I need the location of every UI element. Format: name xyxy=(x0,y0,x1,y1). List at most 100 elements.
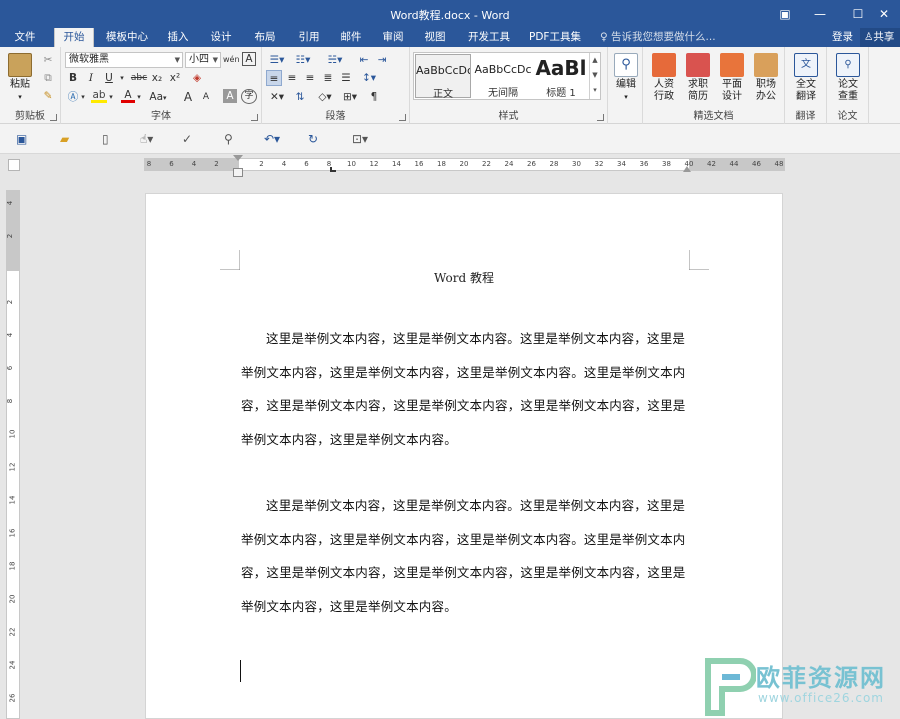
styles-scroll[interactable]: ▲ ▼ ▾ xyxy=(589,53,600,99)
spelling-icon[interactable]: ✓ xyxy=(182,129,192,149)
clipboard-launcher-icon[interactable] xyxy=(50,114,57,121)
right-indent-marker[interactable] xyxy=(683,166,691,172)
close-button[interactable]: ✕ xyxy=(868,0,900,28)
tab-insert[interactable]: 插入 xyxy=(160,28,196,47)
chevron-down-icon[interactable]: ▾ xyxy=(117,70,127,86)
paragraph-launcher-icon[interactable] xyxy=(399,114,406,121)
format-painter-icon[interactable]: ✎ xyxy=(40,88,56,104)
ruler-tick-label: 8 xyxy=(146,160,152,168)
shading-icon[interactable]: ◇▾ xyxy=(314,89,336,105)
numbering-icon[interactable]: ☷▾ xyxy=(292,52,314,68)
chevron-down-icon[interactable]: ▾ xyxy=(107,89,115,105)
borders-icon[interactable]: ⊞▾ xyxy=(338,89,362,105)
style-no-spacing[interactable]: AaBbCcDc 无间隔 xyxy=(473,54,533,99)
font-name-select[interactable]: 微软雅黑 ▼ xyxy=(65,52,183,68)
login-button[interactable]: 登录 xyxy=(832,28,853,47)
styles-launcher-icon[interactable] xyxy=(597,114,604,121)
chevron-down-icon[interactable]: ▾ xyxy=(135,89,143,105)
increase-indent-icon[interactable]: ⇥ xyxy=(374,52,390,68)
char-border-icon[interactable]: A xyxy=(242,52,256,66)
phonetic-guide-icon[interactable]: wén xyxy=(223,52,240,68)
paste-button[interactable]: 粘贴 ▾ xyxy=(6,53,34,103)
tab-template-center[interactable]: 模板中心 xyxy=(100,28,154,47)
full-translate-button[interactable]: 文全文 翻译 xyxy=(791,53,821,103)
decrease-indent-icon[interactable]: ⇤ xyxy=(356,52,372,68)
italic-button[interactable]: I xyxy=(84,70,98,86)
customize-icon[interactable]: ⊡▾ xyxy=(352,129,368,149)
tab-design[interactable]: 设计 xyxy=(202,28,240,47)
align-left-icon[interactable]: ≡ xyxy=(266,70,282,86)
underline-button[interactable]: U xyxy=(102,70,116,86)
tab-view[interactable]: 视图 xyxy=(416,28,454,47)
template-graphic-button[interactable]: 平面 设计 xyxy=(717,53,747,103)
tab-mailings[interactable]: 邮件 xyxy=(332,28,370,47)
text-effects-icon[interactable]: Ⓐ xyxy=(66,89,80,105)
tab-layout[interactable]: 布局 xyxy=(246,28,284,47)
superscript-button[interactable]: x² xyxy=(167,70,183,86)
sort-icon[interactable]: ⇅ xyxy=(292,89,308,105)
save-icon[interactable]: ▣ xyxy=(16,129,27,149)
copy-icon[interactable]: ⧉ xyxy=(40,70,56,86)
cut-icon[interactable]: ✂ xyxy=(40,52,56,68)
tab-home[interactable]: 开始 xyxy=(54,28,94,47)
document-page[interactable]: Word 教程 这里是举例文本内容，这里是举例文本内容。这里是举例文本内容，这里… xyxy=(145,193,783,719)
paper-check-button[interactable]: ⚲ 论文 查重 xyxy=(833,53,863,103)
crop-mark-top-left xyxy=(220,250,240,270)
template-resume-button[interactable]: 求职 简历 xyxy=(683,53,713,103)
highlight-icon[interactable]: ab xyxy=(91,89,107,103)
align-right-icon[interactable]: ≡ xyxy=(302,70,318,86)
tell-me-search[interactable]: ♀ 告诉我您想要做什么... xyxy=(600,28,716,47)
ruler-tick-label: 2 xyxy=(6,233,15,239)
style-normal[interactable]: AaBbCcDc 正文 xyxy=(415,54,471,100)
left-indent-marker[interactable] xyxy=(233,168,243,177)
tab-stop-marker[interactable] xyxy=(330,167,336,172)
font-launcher-icon[interactable] xyxy=(251,114,258,121)
bullets-icon[interactable]: ☰▾ xyxy=(266,52,288,68)
editing-button[interactable]: ⚲ 编辑 ▾ xyxy=(612,53,640,103)
align-center-icon[interactable]: ≡ xyxy=(284,70,300,86)
undo-icon[interactable]: ↶▾ xyxy=(264,129,280,149)
print-preview-icon[interactable]: ⚲ xyxy=(224,129,233,149)
new-document-icon[interactable]: ▯ xyxy=(102,129,109,149)
bold-button[interactable]: B xyxy=(66,70,80,86)
shrink-font-button[interactable]: A xyxy=(199,89,213,105)
paragraph-label: 段落 xyxy=(325,111,346,122)
watermark-logo-icon xyxy=(705,658,756,716)
template-office-button[interactable]: 职场 办公 xyxy=(751,53,781,103)
tab-file[interactable]: 文件 xyxy=(4,28,46,47)
minimize-button[interactable]: — xyxy=(801,0,839,28)
char-shading-icon[interactable]: A xyxy=(223,89,237,103)
chevron-down-icon[interactable]: ▾ xyxy=(79,89,87,105)
show-marks-icon[interactable]: ¶ xyxy=(366,89,382,105)
ruler-tick-label: 20 xyxy=(8,594,17,604)
font-color-button[interactable]: A xyxy=(121,89,135,103)
open-folder-icon[interactable]: ▰ xyxy=(60,129,69,149)
tab-developer[interactable]: 开发工具 xyxy=(460,28,518,47)
template-hr-button[interactable]: 人资 行政 xyxy=(649,53,679,103)
grow-font-button[interactable]: A xyxy=(181,89,195,105)
multilevel-list-icon[interactable]: ☵▾ xyxy=(318,52,352,68)
tab-review[interactable]: 审阅 xyxy=(374,28,412,47)
change-case-button[interactable]: Aa▾ xyxy=(147,89,169,105)
tab-selector[interactable] xyxy=(8,159,20,171)
enclose-char-icon[interactable]: 字 xyxy=(241,89,257,104)
ruler-tick-label: 2 xyxy=(214,160,219,168)
ruler-tick-label: 36 xyxy=(639,160,649,168)
redo-icon[interactable]: ↻ xyxy=(308,129,318,149)
distribute-icon[interactable]: ☰ xyxy=(338,70,354,86)
chinese-layout-icon[interactable]: ✕▾ xyxy=(266,89,288,105)
font-size-select[interactable]: 小四 ▼ xyxy=(185,52,221,68)
strikethrough-button[interactable]: abc xyxy=(129,70,149,86)
first-line-indent-marker[interactable] xyxy=(233,155,243,161)
justify-icon[interactable]: ≣ xyxy=(320,70,336,86)
ribbon-display-options-icon[interactable]: ▣ xyxy=(766,0,804,28)
tab-pdf-tools[interactable]: PDF工具集 xyxy=(524,28,586,47)
tab-references[interactable]: 引用 xyxy=(290,28,328,47)
style-heading-1[interactable]: AaBl 标题 1 xyxy=(535,54,587,99)
ribbon: 粘贴 ▾ ✂ ⧉ ✎ 剪贴板 微软雅黑 ▼ 小四 ▼ wén A B I U ▾ ab… xyxy=(0,47,900,124)
share-button[interactable]: ♙共享 xyxy=(860,28,900,47)
subscript-button[interactable]: x₂ xyxy=(149,70,165,86)
touch-mode-icon[interactable]: ☝▾ xyxy=(140,129,153,149)
line-spacing-icon[interactable]: ↕▾ xyxy=(358,70,380,86)
clear-format-icon[interactable]: ◈ xyxy=(189,70,205,86)
